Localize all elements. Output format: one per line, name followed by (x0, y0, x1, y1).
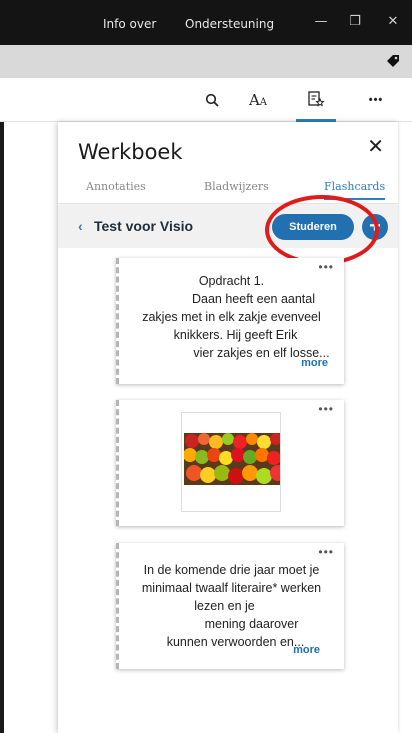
card-menu-icon[interactable]: ••• (318, 545, 334, 559)
study-button[interactable]: Studeren (272, 214, 354, 240)
minimize-icon[interactable]: — (311, 12, 331, 32)
panel-title: Werkboek (78, 140, 183, 164)
close-window-icon[interactable]: ✕ (383, 12, 403, 32)
workbook-tabs: Annotaties Bladwijzers Flashcards (58, 176, 398, 204)
more-options-button[interactable]: ••• (356, 78, 396, 122)
flashcard[interactable]: ••• Opdracht 1. Daan heeft een aantal za… (116, 258, 344, 384)
workbook-button[interactable] (296, 78, 336, 122)
card-image-frame (181, 412, 281, 512)
font-settings-button[interactable]: AA (238, 78, 278, 122)
card-more-link[interactable]: more (301, 357, 328, 369)
card-more-link[interactable]: more (293, 644, 320, 656)
restore-icon[interactable]: ❐ (345, 12, 365, 32)
app-header-bar (0, 45, 412, 78)
font-size-icon: AA (248, 91, 268, 109)
card-menu-icon[interactable]: ••• (318, 402, 334, 416)
tab-flashcards[interactable]: Flashcards (324, 180, 386, 200)
info-over-menu[interactable]: Info over (103, 17, 156, 31)
tab-bladwijzers[interactable]: Bladwijzers (204, 180, 269, 193)
window-titlebar: Info over Ondersteuning — ❐ ✕ (0, 0, 412, 45)
search-button[interactable] (192, 78, 232, 122)
card-text: In de komende drie jaar moet je minimaal… (141, 563, 322, 649)
deck-title[interactable]: Test voor Visio (94, 218, 193, 234)
card-menu-icon[interactable]: ••• (318, 260, 334, 274)
flashcard[interactable]: ••• (116, 400, 344, 526)
search-icon (205, 93, 219, 107)
more-icon: ••• (368, 94, 384, 106)
close-panel-icon[interactable]: ✕ (367, 134, 384, 158)
support-menu[interactable]: Ondersteuning (185, 17, 274, 31)
tab-annotaties[interactable]: Annotaties (86, 180, 146, 193)
deck-header: ‹ Test voor Visio Studeren + (58, 204, 398, 248)
fruit-market-image (184, 433, 280, 485)
flashcard[interactable]: ••• In de komende drie jaar moet je mini… (116, 543, 344, 669)
back-chevron-icon[interactable]: ‹ (78, 218, 83, 234)
reader-gutter (4, 122, 47, 733)
tag-icon[interactable] (386, 54, 400, 73)
notebook-star-icon (308, 90, 325, 106)
add-flashcard-button[interactable]: + (362, 214, 388, 240)
card-text: Opdracht 1. Daan heeft een aantal zakjes… (142, 274, 330, 360)
reader-toolbar: AA ••• (0, 78, 412, 122)
